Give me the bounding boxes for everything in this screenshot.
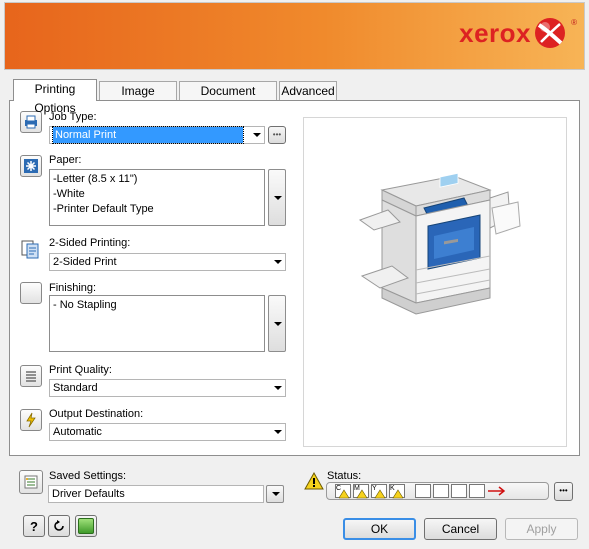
chevron-down-icon [274,195,282,200]
chevron-down-icon [274,430,282,434]
refresh-icon [54,520,64,531]
job-type-value: Normal Print [52,126,244,144]
output-destination-value: Automatic [53,426,102,438]
status-more-button[interactable]: ••• [554,482,573,501]
paper-dropdown-button[interactable] [268,169,286,226]
status-label: Status: [327,470,362,482]
paper-icon [20,155,42,177]
finishing-label: Finishing: [49,282,97,294]
brand-name: xerox [459,18,531,48]
printer-illustration [358,172,521,315]
chevron-down-icon [274,386,282,390]
finishing-icon [20,282,42,304]
tab-document-options[interactable]: Document Options [179,81,277,117]
apply-button[interactable]: Apply [505,518,578,540]
warning-icon [304,472,324,490]
saved-settings-dropdown-button[interactable] [266,485,284,503]
tab-printing-options[interactable]: Printing Options [13,79,97,115]
green-status-icon [78,518,94,534]
saved-settings-select[interactable]: Driver Defaults [48,485,264,503]
tray-1-icon [415,484,431,498]
tray-2-icon [433,484,449,498]
job-type-select[interactable]: Normal Print [49,126,265,144]
print-quality-label: Print Quality: [49,364,112,376]
output-destination-select[interactable]: Automatic [49,423,286,441]
red-arrow-icon [488,486,506,496]
cancel-button[interactable]: Cancel [424,518,497,540]
output-destination-icon [20,409,42,431]
saved-settings-label: Saved Settings: [49,470,127,482]
tray-3-icon [451,484,467,498]
chevron-down-icon [274,260,282,264]
tray-4-icon [469,484,485,498]
finishing-summary-box[interactable]: - No Stapling [49,295,265,352]
xerox-logo-icon [535,18,565,48]
saved-settings-icon [19,470,43,494]
saved-settings-value: Driver Defaults [52,488,125,500]
tab-image-options[interactable]: Image Options [99,81,177,117]
finishing-stapling: - No Stapling [53,299,117,311]
status-strip[interactable]: C M Y K [326,482,549,500]
chevron-down-icon [272,492,280,496]
finishing-dropdown-button[interactable] [268,295,286,352]
paper-summary-box[interactable]: -Letter (8.5 x 11") -White -Printer Defa… [49,169,265,226]
paper-type: -Printer Default Type [53,203,154,215]
job-type-more-button[interactable]: ••• [268,126,286,144]
print-quality-icon [20,365,42,387]
print-quality-select[interactable]: Standard [49,379,286,397]
tab-advanced[interactable]: Advanced [279,81,337,100]
ok-button[interactable]: OK [343,518,416,540]
registered-mark: ® [571,18,577,27]
paper-label: Paper: [49,154,82,166]
paper-color: -White [53,188,85,200]
paper-size: -Letter (8.5 x 11") [53,173,138,185]
two-sided-select[interactable]: 2-Sided Print [49,253,286,271]
help-button[interactable]: ? [23,515,45,537]
two-sided-label: 2-Sided Printing: [49,237,131,249]
printer-status-button[interactable] [75,515,97,537]
print-quality-value: Standard [53,382,98,394]
output-destination-label: Output Destination: [49,408,144,420]
printer-preview-pane [303,117,567,447]
two-sided-value: 2-Sided Print [53,256,117,268]
chevron-down-icon [253,133,261,137]
toner-warning-icons [339,489,403,499]
two-sided-icon [20,238,42,260]
restore-defaults-button[interactable] [48,515,70,537]
chevron-down-icon [274,321,282,326]
